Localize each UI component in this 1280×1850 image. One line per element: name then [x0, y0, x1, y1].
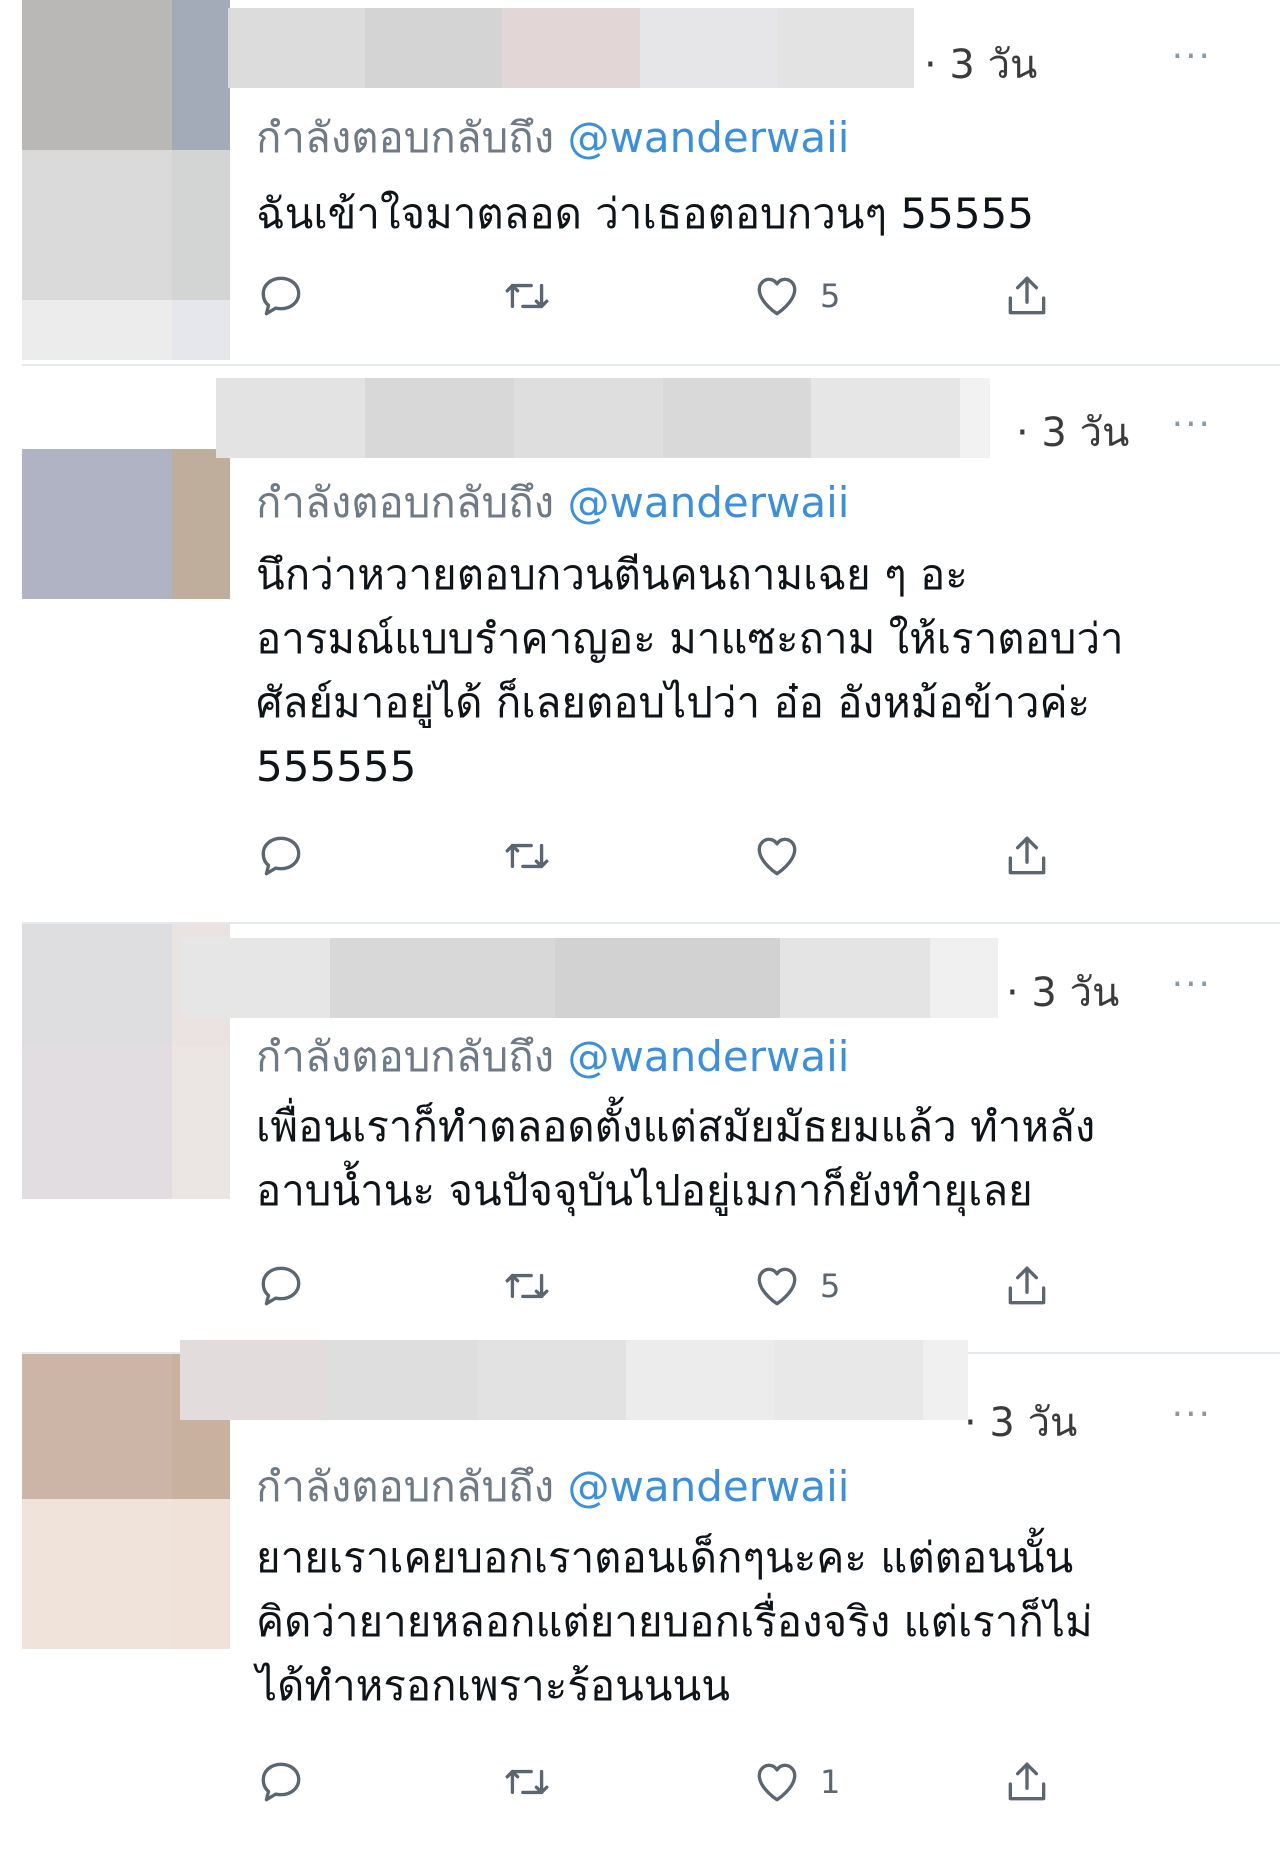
replying-to-label: กำลังตอบกลับถึง — [256, 1032, 555, 1081]
reply-button[interactable] — [256, 1258, 306, 1314]
retweet-button[interactable] — [502, 828, 552, 884]
retweet-icon — [505, 843, 549, 869]
tweet-actions — [256, 828, 1076, 884]
reply-button[interactable] — [256, 1754, 306, 1810]
share-button[interactable] — [1002, 828, 1052, 884]
tweet-timestamp[interactable]: · 3 วัน — [1016, 400, 1129, 464]
heart-icon — [757, 837, 797, 876]
retweet-icon — [505, 1769, 549, 1795]
reply-icon — [261, 1762, 301, 1802]
retweet-button[interactable] — [502, 1754, 552, 1810]
reply-tweet[interactable]: · 3 วัน ··· กำลังตอบกลับถึง @wanderwaii … — [0, 1340, 1280, 1850]
replying-to-line: กำลังตอบกลับถึง @wanderwaii — [256, 1454, 849, 1520]
share-icon — [1008, 1266, 1046, 1305]
like-count: 5 — [820, 277, 841, 315]
reply-thread: · 3 วัน ··· กำลังตอบกลับถึง @wanderwaii … — [0, 0, 1280, 1850]
like-button[interactable]: 5 — [752, 268, 840, 324]
reply-tweet[interactable]: · 3 วัน ··· กำลังตอบกลับถึง @wanderwaii … — [0, 0, 1280, 365]
tweet-text: เพื่อนเราก็ทำตลอดตั้งแต่สมัยมัธยมแล้ว ทำ… — [256, 1102, 1096, 1215]
tweet-timestamp[interactable]: · 3 วัน — [924, 32, 1037, 96]
like-count: 5 — [820, 1267, 841, 1305]
replying-to-label: กำลังตอบกลับถึง — [256, 478, 555, 527]
blurred-display-name[interactable] — [180, 1340, 968, 1420]
reply-button[interactable] — [256, 828, 306, 884]
blurred-display-name[interactable] — [228, 8, 915, 88]
more-options-icon[interactable]: ··· — [1172, 1394, 1212, 1435]
tweet-timestamp[interactable]: · 3 วัน — [1006, 960, 1119, 1024]
more-options-icon[interactable]: ··· — [1172, 36, 1212, 77]
tweet-actions: 5 — [256, 1258, 1076, 1314]
retweet-button[interactable] — [502, 268, 552, 324]
replying-to-handle[interactable]: @wanderwaii — [568, 113, 850, 162]
tweet-text: ฉันเข้าใจมาตลอด ว่าเธอตอบกวนๆ 55555 — [256, 189, 1035, 238]
reply-icon — [261, 276, 301, 316]
more-options-icon[interactable]: ··· — [1172, 404, 1212, 445]
more-options-icon[interactable]: ··· — [1172, 964, 1212, 1005]
share-button[interactable] — [1002, 1258, 1052, 1314]
avatar[interactable] — [22, 0, 230, 360]
avatar[interactable] — [22, 449, 230, 599]
like-button[interactable]: 1 — [752, 1754, 840, 1810]
like-count: 1 — [820, 1763, 841, 1801]
reply-button[interactable] — [256, 268, 306, 324]
replying-to-line: กำลังตอบกลับถึง @wanderwaii — [256, 105, 849, 171]
retweet-button[interactable] — [502, 1258, 552, 1314]
replying-to-handle[interactable]: @wanderwaii — [568, 478, 850, 527]
tweet-text: ยายเราเคยบอกเราตอนเด็กๆนะคะ แต่ตอนนั้น ค… — [256, 1533, 1093, 1710]
share-button[interactable] — [1002, 268, 1052, 324]
replying-to-label: กำลังตอบกลับถึง — [256, 113, 555, 162]
replying-to-line: กำลังตอบกลับถึง @wanderwaii — [256, 470, 849, 536]
replying-to-handle[interactable]: @wanderwaii — [568, 1462, 850, 1511]
blurred-display-name[interactable] — [180, 938, 999, 1018]
retweet-icon — [505, 283, 549, 309]
heart-icon — [757, 1763, 797, 1802]
retweet-icon — [505, 1273, 549, 1299]
share-icon — [1008, 1762, 1046, 1801]
tweet-actions: 5 — [256, 268, 1076, 324]
blurred-display-name[interactable] — [216, 378, 990, 458]
tweet-timestamp[interactable]: · 3 วัน — [964, 1390, 1077, 1454]
share-button[interactable] — [1002, 1754, 1052, 1810]
reply-icon — [261, 1266, 301, 1306]
reply-tweet[interactable]: · 3 วัน ··· กำลังตอบกลับถึง @wanderwaii … — [0, 366, 1280, 922]
like-button[interactable] — [752, 828, 820, 884]
reply-tweet[interactable]: · 3 วัน ··· กำลังตอบกลับถึง @wanderwaii … — [0, 924, 1280, 1352]
reply-icon — [261, 836, 301, 876]
like-button[interactable]: 5 — [752, 1258, 840, 1314]
replying-to-line: กำลังตอบกลับถึง @wanderwaii — [256, 1024, 849, 1090]
share-icon — [1008, 836, 1046, 875]
tweet-text: นึกว่าหวายตอบกวนตีนคนถามเฉย ๆ อะ อารมณ์แ… — [256, 550, 1124, 791]
heart-icon — [757, 277, 797, 316]
share-icon — [1008, 276, 1046, 315]
heart-icon — [757, 1267, 797, 1306]
replying-to-label: กำลังตอบกลับถึง — [256, 1462, 555, 1511]
tweet-actions: 1 — [256, 1754, 1076, 1810]
replying-to-handle[interactable]: @wanderwaii — [568, 1032, 850, 1081]
